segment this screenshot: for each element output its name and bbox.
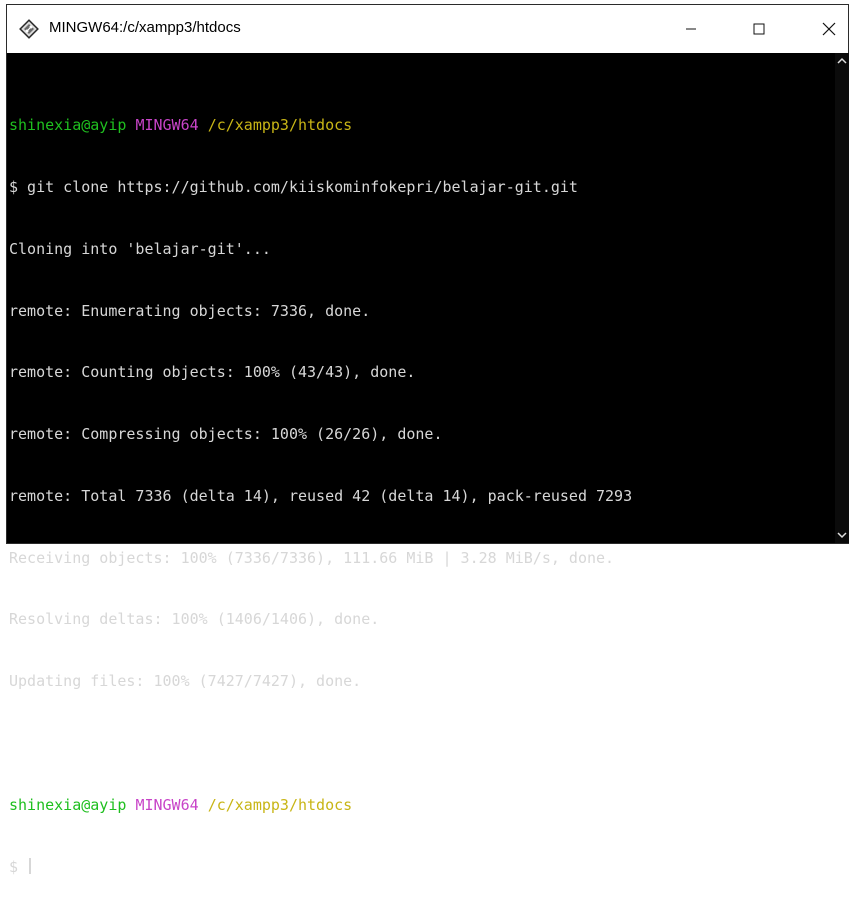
output-line: Updating files: 100% (7427/7427), done. (9, 672, 362, 691)
close-button[interactable] (807, 5, 851, 53)
prompt-line: shinexia@ayip MINGW64 /c/xampp3/htdocs (9, 115, 632, 136)
title-bar[interactable]: MINGW64:/c/xampp3/htdocs (7, 5, 848, 53)
prompt-path: /c/xampp3/htdocs (207, 795, 353, 814)
output-line: Resolving deltas: 100% (1406/1406), done… (9, 610, 380, 629)
chevron-down-icon (837, 532, 847, 539)
minimize-button[interactable] (669, 5, 713, 53)
text-cursor (29, 857, 32, 874)
terminal-window: MINGW64:/c/xampp3/htdocs shinexia@ayip M… (6, 4, 849, 876)
prompt-path: /c/xampp3/htdocs (207, 116, 353, 135)
output-line: Receiving objects: 100% (7336/7336), 111… (9, 548, 615, 567)
git-bash-icon (19, 19, 39, 39)
output-line: remote: Total 7336 (delta 14), reused 42… (9, 486, 633, 505)
prompt-line: shinexia@ayip MINGW64 /c/xampp3/htdocs (9, 795, 632, 816)
prompt-system: MINGW64 (135, 116, 199, 135)
output-line: Cloning into 'belajar-git'... (9, 239, 271, 258)
terminal-output-area[interactable]: shinexia@ayip MINGW64 /c/xampp3/htdocs $… (7, 53, 833, 876)
command-line: $ git clone https://github.com/kiiskomin… (9, 177, 578, 196)
prompt-user: shinexia@ayip (9, 795, 127, 814)
terminal-lines: shinexia@ayip MINGW64 /c/xampp3/htdocs $… (9, 74, 632, 918)
maximize-icon (753, 23, 765, 35)
output-line: remote: Compressing objects: 100% (26/26… (9, 425, 443, 444)
scroll-up-button[interactable] (835, 53, 849, 69)
output-line: remote: Enumerating objects: 7336, done. (9, 301, 371, 320)
close-icon (822, 22, 836, 36)
output-line: remote: Counting objects: 100% (43/43), … (9, 363, 416, 382)
prompt-user: shinexia@ayip (9, 116, 127, 135)
window-title: MINGW64:/c/xampp3/htdocs (49, 19, 241, 36)
maximize-button[interactable] (737, 5, 781, 53)
minimize-icon (686, 28, 696, 30)
vertical-scrollbar[interactable] (835, 53, 849, 543)
scroll-down-button[interactable] (835, 527, 849, 543)
input-prompt: $ (9, 857, 28, 876)
chevron-up-icon (837, 57, 847, 64)
prompt-system: MINGW64 (135, 795, 199, 814)
input-line[interactable]: $ (9, 857, 632, 878)
